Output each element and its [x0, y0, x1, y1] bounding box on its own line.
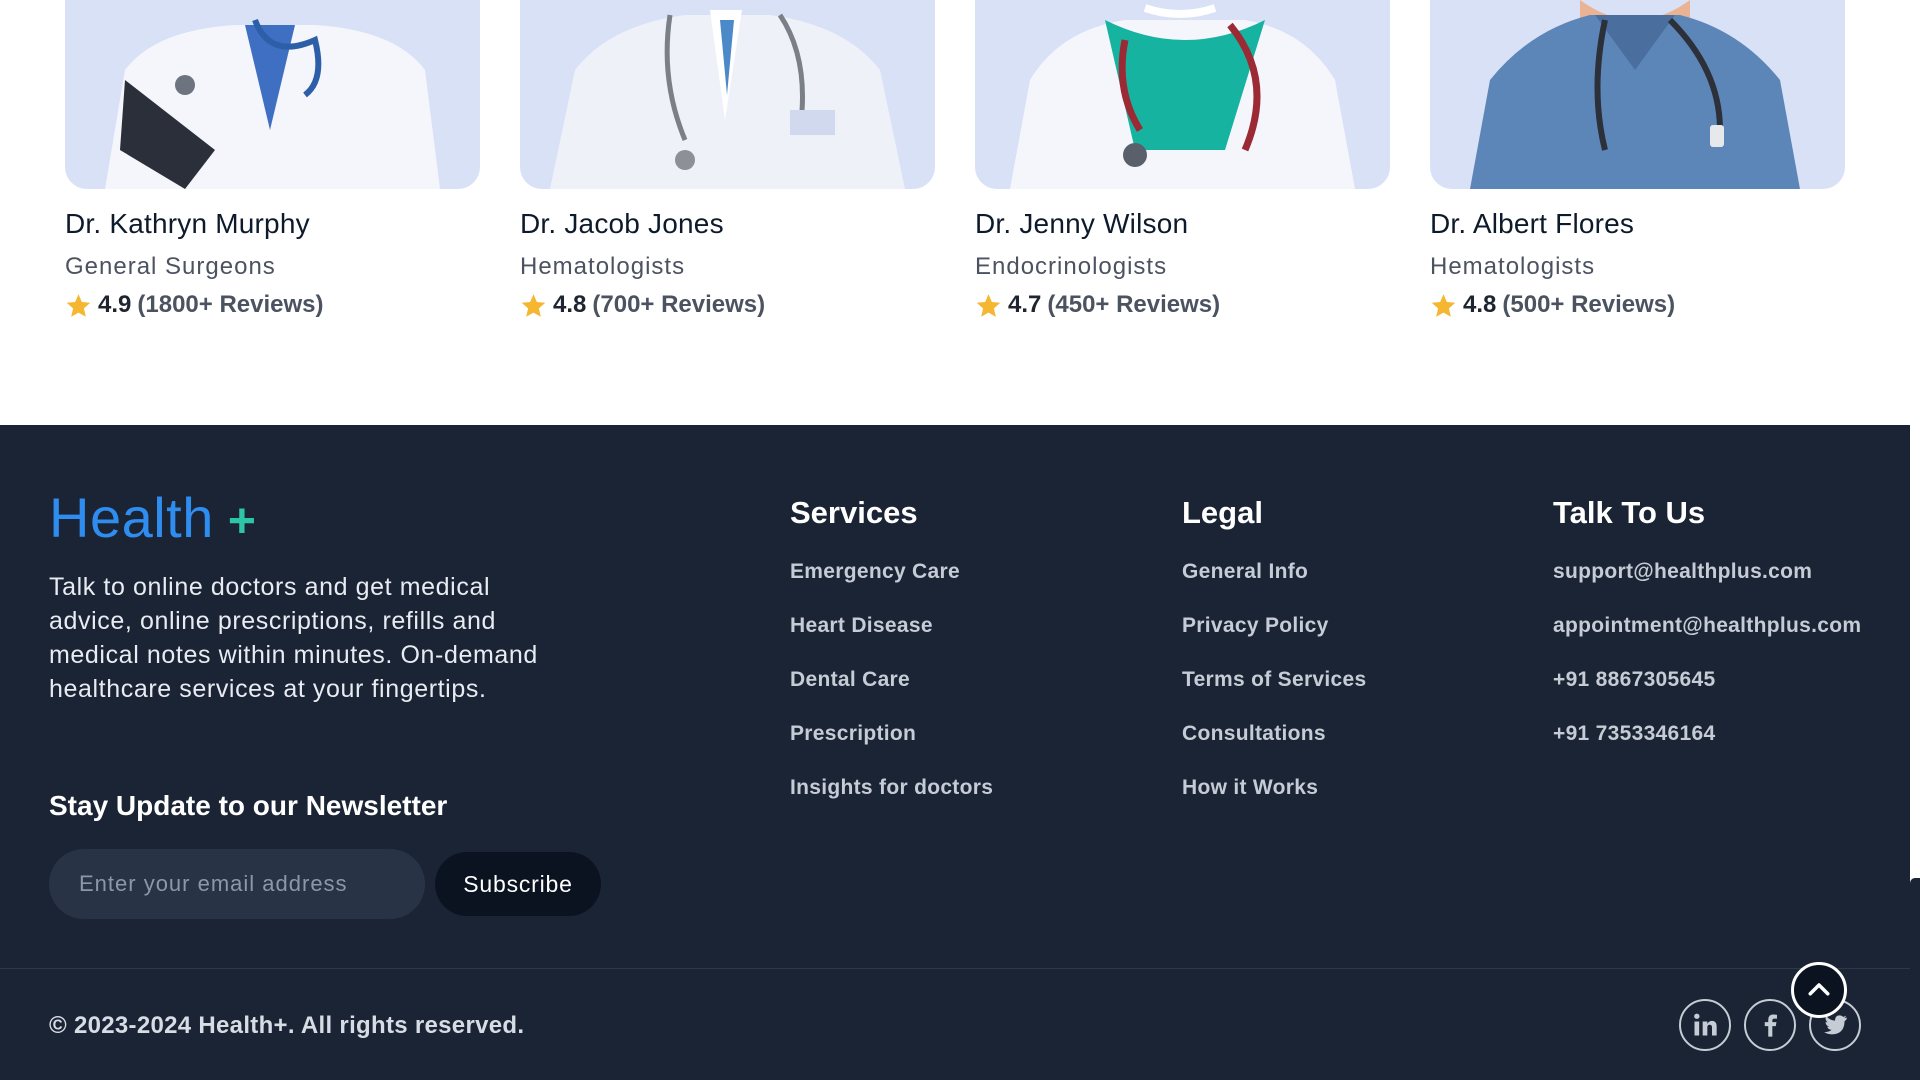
star-icon: [66, 293, 91, 317]
star-icon: [976, 293, 1001, 317]
rating-value: 4.9: [98, 291, 132, 318]
doctor-name[interactable]: Dr. Albert Flores: [1430, 208, 1634, 240]
doctor-photo: [1430, 0, 1845, 189]
legal-title: Legal: [1182, 495, 1263, 530]
contact-phone[interactable]: +91 7353346164: [1553, 722, 1861, 776]
star-icon: [521, 293, 546, 317]
services-link[interactable]: Emergency Care: [790, 560, 993, 614]
doctor-card[interactable]: Dr. Jenny Wilson Endocrinologists 4.7 (4…: [975, 0, 1390, 318]
doctor-card[interactable]: Dr. Kathryn Murphy General Surgeons 4.9 …: [65, 0, 480, 318]
rating-value: 4.8: [553, 291, 587, 318]
doctor-photo: [65, 0, 480, 189]
doctor-specialty: Hematologists: [1430, 253, 1596, 280]
doctor-photo: [520, 0, 935, 189]
services-link[interactable]: Prescription: [790, 722, 993, 776]
services-link[interactable]: Dental Care: [790, 668, 993, 722]
doctor-card[interactable]: Dr. Jacob Jones Hematologists 4.8 (700+ …: [520, 0, 935, 318]
legal-link[interactable]: Privacy Policy: [1182, 614, 1366, 668]
legal-link[interactable]: Consultations: [1182, 722, 1366, 776]
chevron-up-icon: [1808, 983, 1830, 996]
contact-title: Talk To Us: [1553, 495, 1706, 530]
facebook-link[interactable]: [1744, 999, 1796, 1051]
facebook-icon: [1764, 1014, 1777, 1037]
reviews-count: (450+ Reviews): [1047, 291, 1221, 318]
doctor-specialty: Endocrinologists: [975, 253, 1168, 280]
services-title: Services: [790, 495, 918, 530]
linkedin-icon: [1694, 1013, 1717, 1036]
services-list: Emergency Care Heart Disease Dental Care…: [790, 560, 993, 830]
rating-value: 4.8: [1463, 291, 1497, 318]
doctor-rating: 4.8 (700+ Reviews): [520, 291, 765, 319]
legal-link[interactable]: General Info: [1182, 560, 1366, 614]
reviews-count: (1800+ Reviews): [137, 291, 324, 318]
doctors-section: Dr. Kathryn Murphy General Surgeons 4.9 …: [0, 0, 1920, 425]
legal-link[interactable]: How it Works: [1182, 776, 1366, 830]
footer-logo[interactable]: Health +: [49, 485, 256, 550]
scrollbar-thumb[interactable]: [1910, 878, 1920, 1080]
footer-divider: [0, 968, 1910, 969]
legal-list: General Info Privacy Policy Terms of Ser…: [1182, 560, 1366, 830]
doctor-specialty: Hematologists: [520, 253, 686, 280]
doctor-name[interactable]: Dr. Jacob Jones: [520, 208, 724, 240]
logo-text: Health: [49, 486, 214, 549]
copyright-text: © 2023-2024 Health+. All rights reserved…: [49, 1012, 525, 1039]
doctor-name[interactable]: Dr. Jenny Wilson: [975, 208, 1188, 240]
doctor-photo: [975, 0, 1390, 189]
contact-list: support@healthplus.com appointment@healt…: [1553, 560, 1861, 776]
star-icon: [1431, 293, 1456, 317]
legal-link[interactable]: Terms of Services: [1182, 668, 1366, 722]
reviews-count: (700+ Reviews): [592, 291, 766, 318]
logo-plus: +: [227, 495, 256, 548]
contact-phone[interactable]: +91 8867305645: [1553, 668, 1861, 722]
doctor-specialty: General Surgeons: [65, 253, 276, 280]
contact-email-support[interactable]: support@healthplus.com: [1553, 560, 1861, 614]
doctor-rating: 4.8 (500+ Reviews): [1430, 291, 1675, 319]
reviews-count: (500+ Reviews): [1502, 291, 1676, 318]
scroll-to-top-button[interactable]: [1791, 962, 1847, 1018]
services-link[interactable]: Insights for doctors: [790, 776, 993, 830]
doctor-rating: 4.7 (450+ Reviews): [975, 291, 1220, 319]
newsletter-email-input[interactable]: [49, 849, 425, 919]
footer-about-text: Talk to online doctors and get medical a…: [49, 573, 538, 703]
services-link[interactable]: Heart Disease: [790, 614, 993, 668]
contact-email-appointment[interactable]: appointment@healthplus.com: [1553, 614, 1861, 668]
doctor-name[interactable]: Dr. Kathryn Murphy: [65, 208, 310, 240]
rating-value: 4.7: [1008, 291, 1042, 318]
site-footer: Health + Talk to online doctors and get …: [0, 425, 1910, 1080]
doctor-card[interactable]: Dr. Albert Flores Hematologists 4.8 (500…: [1430, 0, 1845, 318]
newsletter-title: Stay Update to our Newsletter: [49, 790, 448, 821]
subscribe-button[interactable]: Subscribe: [435, 852, 601, 916]
linkedin-link[interactable]: [1679, 999, 1731, 1051]
doctor-rating: 4.9 (1800+ Reviews): [65, 291, 324, 319]
